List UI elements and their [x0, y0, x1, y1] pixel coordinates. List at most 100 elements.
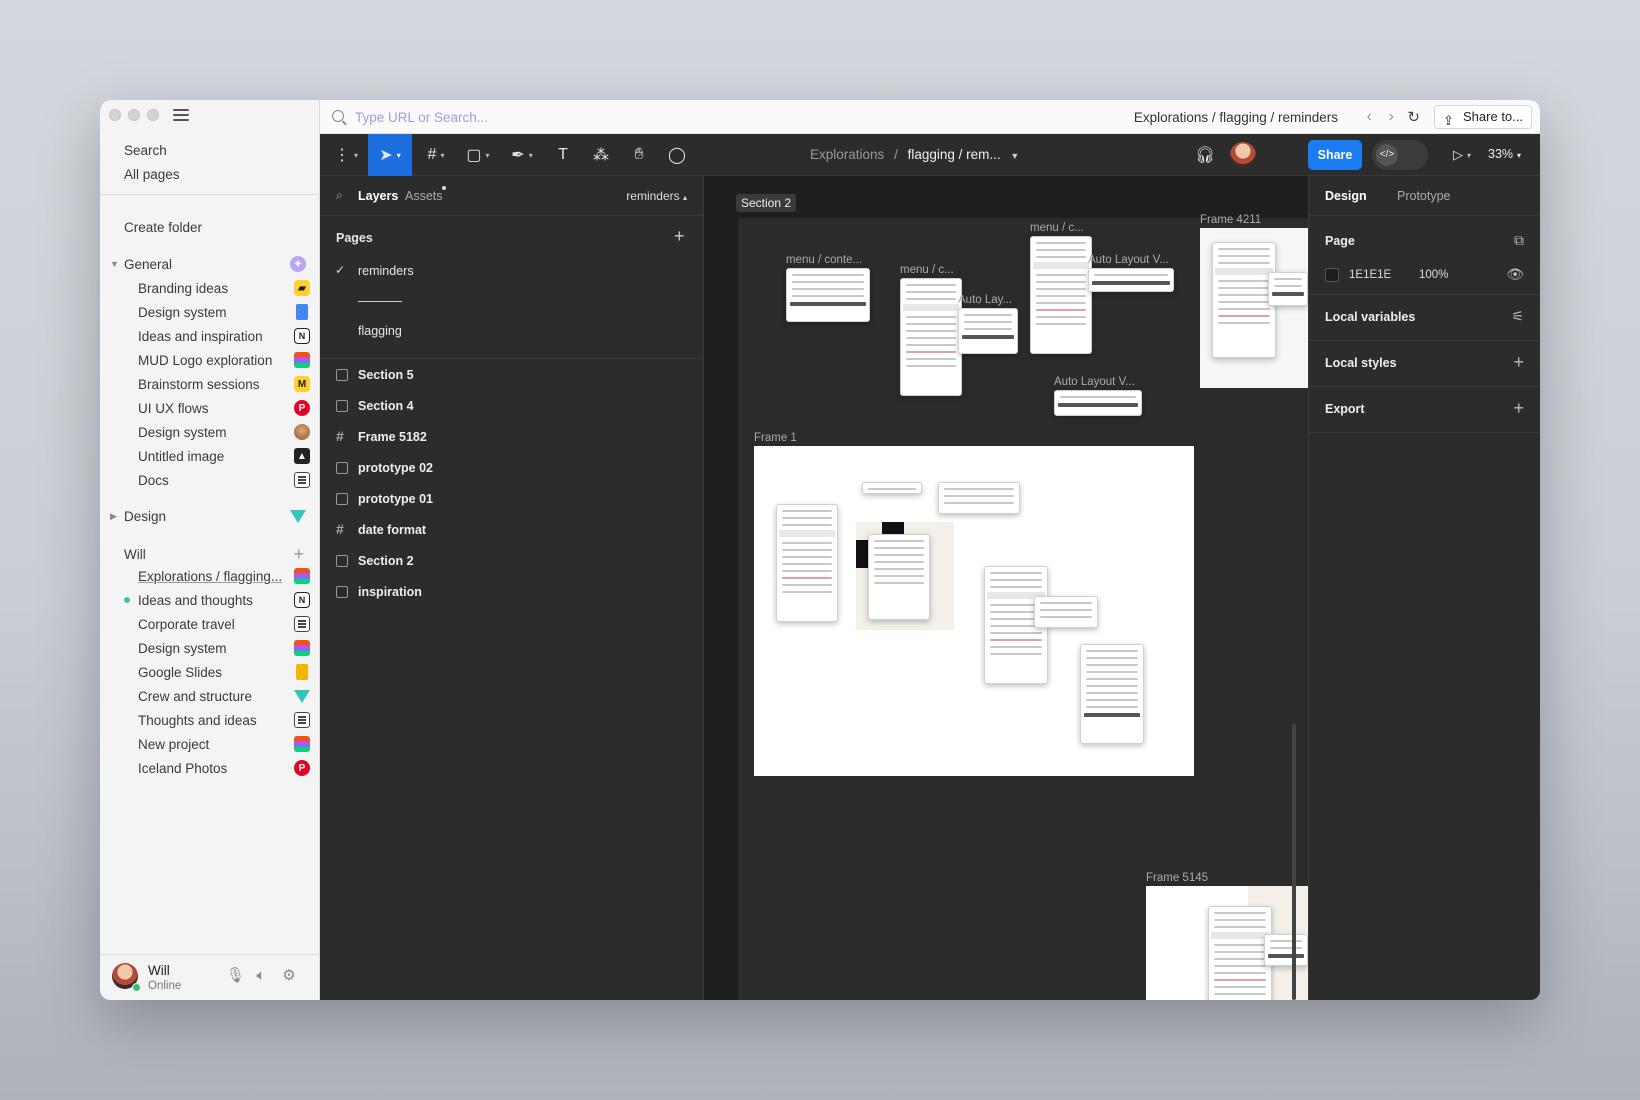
group-design[interactable]: ▶ Design	[110, 508, 310, 524]
sidebar-item-docs[interactable]: Docs	[138, 469, 310, 491]
layer-row-prototype-02[interactable]: prototype 02	[320, 453, 704, 483]
layer-row-date-format[interactable]: # date format	[320, 515, 704, 545]
page-color-hex[interactable]: 1E1E1E	[1349, 269, 1391, 281]
plus-icon[interactable]: +	[293, 544, 304, 565]
page-item-reminders[interactable]: ✓ reminders	[320, 256, 704, 286]
layer-row-section-5[interactable]: Section 5	[320, 360, 704, 390]
menu-c-frame-1[interactable]	[900, 278, 962, 396]
auto-layout-frame-3[interactable]	[1054, 390, 1142, 416]
canvas-scrollbar[interactable]	[1292, 724, 1296, 1000]
collaborator-avatar[interactable]	[1230, 142, 1256, 168]
sidebar-item-design-system[interactable]: Design system	[138, 301, 310, 323]
chevron-down-icon[interactable]: ▼	[1010, 151, 1019, 161]
minimize-window-button[interactable]	[128, 109, 140, 121]
sidebar-item-explorations[interactable]: Explorations / flagging...	[138, 565, 310, 587]
sidebar-item-design-system-2[interactable]: Design system	[138, 421, 310, 443]
menu-content-frame[interactable]	[786, 268, 870, 322]
create-folder-link[interactable]: Create folder	[124, 220, 202, 235]
sidebar-item-google-slides[interactable]: Google Slides	[138, 661, 310, 683]
sidebar-item-corporate-travel[interactable]: Corporate travel	[138, 613, 310, 635]
dev-mode-toggle[interactable]: </>	[1372, 140, 1428, 170]
group-general[interactable]: ▼ General ✦	[110, 256, 310, 272]
rectangle-tool-icon[interactable]: ▢ ▾	[458, 134, 498, 176]
frame-label-menu-c-1[interactable]: menu / c...	[900, 264, 954, 276]
hand-tool-icon[interactable]: ✋︎	[624, 134, 654, 176]
frame-label-menu-content[interactable]: menu / conte...	[786, 254, 862, 266]
pen-tool-icon[interactable]: ✒ ▾	[502, 134, 542, 176]
sidebar-item-thoughts-ideas[interactable]: Thoughts and ideas	[138, 709, 310, 731]
tab-design[interactable]: Design	[1325, 189, 1367, 203]
frame-label-auto-layout-2[interactable]: Auto Layout V...	[1088, 254, 1169, 266]
headphones-icon[interactable]: 🎧︎	[1190, 134, 1220, 176]
sidebar-item-ui-ux-flows[interactable]: UI UX flows P	[138, 397, 310, 419]
tab-prototype[interactable]: Prototype	[1397, 189, 1451, 203]
breadcrumb-file[interactable]: flagging / rem...	[908, 147, 1001, 162]
speaker-icon[interactable]: 🔈︎	[252, 967, 270, 985]
sidebar-item-iceland-photos[interactable]: Iceland Photos P	[138, 757, 310, 779]
frame-label-frame-5145[interactable]: Frame 5145	[1146, 872, 1208, 884]
frame-label-frame-1[interactable]: Frame 1	[754, 432, 797, 444]
auto-layout-frame-1[interactable]	[958, 308, 1018, 354]
zoom-window-button[interactable]	[147, 109, 159, 121]
frame-5145[interactable]	[1146, 886, 1308, 1000]
layer-row-inspiration[interactable]: inspiration	[320, 577, 704, 607]
sidebar-all-pages-link[interactable]: All pages	[124, 167, 180, 182]
design-canvas[interactable]: Section 2 menu / conte... menu / c... Au…	[704, 176, 1308, 1000]
present-play-icon[interactable]: ▷ ▾	[1444, 134, 1480, 176]
export-heading[interactable]: Export	[1325, 402, 1365, 416]
reload-icon[interactable]: ↻	[1407, 108, 1420, 126]
sidebar-item-new-project[interactable]: New project	[138, 733, 310, 755]
main-menu-icon[interactable]: ⋮ ▾	[326, 134, 366, 176]
frame-label-menu-c-2[interactable]: menu / c...	[1030, 222, 1084, 234]
text-tool-icon[interactable]: T	[548, 134, 578, 176]
layer-row-section-4[interactable]: Section 4	[320, 391, 704, 421]
page-selector[interactable]: reminders ▴	[626, 189, 687, 203]
add-page-icon[interactable]: +	[674, 226, 685, 247]
frame-4211[interactable]	[1200, 228, 1308, 388]
sidebar-item-mud-logo[interactable]: MUD Logo exploration	[138, 349, 310, 371]
tab-layers[interactable]: Layers	[358, 189, 398, 203]
sidebar-item-ideas-thoughts[interactable]: Ideas and thoughts N	[124, 589, 310, 611]
frame-label-auto-layout-1[interactable]: Auto Lay...	[958, 294, 1012, 306]
hamburger-menu-icon[interactable]	[173, 109, 189, 123]
page-item-divider[interactable]	[320, 286, 704, 316]
page-color-opacity[interactable]: 100%	[1419, 269, 1448, 281]
back-icon[interactable]: ‹	[1367, 108, 1372, 126]
frame-label-auto-layout-3[interactable]: Auto Layout V...	[1054, 376, 1135, 388]
page-color-swatch[interactable]	[1325, 268, 1339, 282]
sidebar-item-design-system-3[interactable]: Design system	[138, 637, 310, 659]
sidebar-item-crew-structure[interactable]: Crew and structure	[138, 685, 310, 707]
color-styles-icon[interactable]: ⧉	[1514, 232, 1524, 249]
auto-layout-frame-2[interactable]	[1088, 268, 1174, 292]
layer-row-section-2[interactable]: Section 2	[320, 546, 704, 576]
sidebar-item-brainstorm[interactable]: Brainstorm sessions M	[138, 373, 310, 395]
frame-tool-icon[interactable]: # ▾	[416, 134, 456, 176]
sidebar-item-ideas-inspiration[interactable]: Ideas and inspiration N	[138, 325, 310, 347]
frame-1[interactable]	[754, 446, 1194, 776]
zoom-level[interactable]: 33% ▾	[1488, 147, 1521, 161]
page-item-flagging[interactable]: flagging	[320, 316, 704, 346]
close-window-button[interactable]	[109, 109, 121, 121]
share-to-button[interactable]: ⇪ Share to...	[1434, 105, 1532, 129]
move-tool-icon[interactable]: ➤ ▾	[368, 134, 412, 176]
breadcrumb-project[interactable]: Explorations	[810, 147, 884, 162]
layer-row-frame-5182[interactable]: # Frame 5182	[320, 422, 704, 452]
add-style-plus-icon[interactable]: +	[1513, 352, 1524, 373]
search-icon[interactable]: ⌕	[336, 188, 343, 203]
menu-c-frame-2[interactable]	[1030, 236, 1092, 354]
microphone-icon[interactable]: 🎙︎	[226, 967, 245, 985]
share-button[interactable]: Share	[1308, 140, 1362, 170]
layer-row-prototype-01[interactable]: prototype 01	[320, 484, 704, 514]
local-styles-heading[interactable]: Local styles	[1325, 356, 1397, 370]
group-will[interactable]: Will +	[110, 544, 310, 565]
sidebar-item-untitled-image[interactable]: Untitled image ▲	[138, 445, 310, 467]
local-variables-heading[interactable]: Local variables	[1325, 310, 1415, 324]
add-export-plus-icon[interactable]: +	[1513, 398, 1524, 419]
forward-icon[interactable]: ›	[1389, 108, 1394, 126]
sidebar-item-branding-ideas[interactable]: Branding ideas ▰	[138, 277, 310, 299]
components-tool-icon[interactable]: ⁂	[586, 134, 616, 176]
frame-label-frame-4211[interactable]: Frame 4211	[1200, 214, 1261, 226]
comment-tool-icon[interactable]: ◯	[662, 134, 692, 176]
visibility-eye-icon[interactable]: 👁︎	[1506, 266, 1524, 283]
section-2-label[interactable]: Section 2	[736, 194, 797, 212]
